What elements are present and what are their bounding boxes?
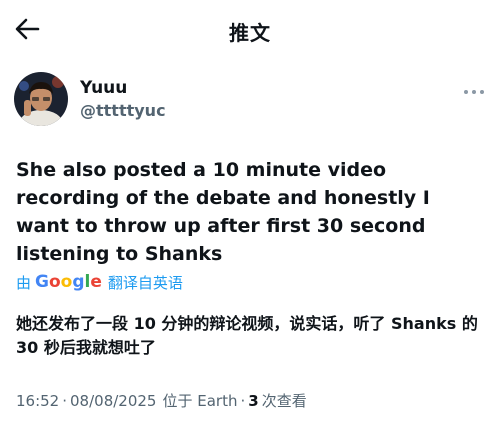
- more-options-button[interactable]: [462, 83, 486, 95]
- meta-separator: ·: [62, 391, 68, 410]
- avatar-photo: [14, 72, 68, 126]
- tweet-text: She also posted a 10 minute video record…: [16, 159, 430, 265]
- translate-source-link[interactable]: 翻译自英语: [108, 272, 183, 293]
- translated-by-label: 由: [16, 273, 32, 292]
- top-bar: 推文: [0, 0, 500, 60]
- tweet-time[interactable]: 16:52: [16, 392, 59, 410]
- meta-separator: ·: [240, 391, 246, 410]
- views-count: 3: [248, 391, 259, 410]
- tweet-location: 位于 Earth: [162, 392, 238, 410]
- translated-text: 她还发布了一段 10 分钟的辩论视频，说实话，听了 Shanks 的 30 秒后…: [16, 314, 478, 357]
- tweet-date[interactable]: 08/08/2025: [70, 392, 156, 410]
- author-handle[interactable]: @tttttyuc: [80, 101, 166, 120]
- more-dots-icon: [464, 90, 484, 94]
- author-name[interactable]: Yuuu: [80, 78, 127, 98]
- avatar[interactable]: [14, 72, 68, 126]
- page-title: 推文: [229, 21, 271, 45]
- google-logo: Google: [35, 272, 102, 292]
- translation-attribution: 由 Google 翻译自英语: [16, 270, 183, 294]
- tweet-meta: 16:52 · 08/08/2025 位于 Earth · 3 次查看: [16, 390, 307, 411]
- views-label: 次查看: [261, 392, 307, 410]
